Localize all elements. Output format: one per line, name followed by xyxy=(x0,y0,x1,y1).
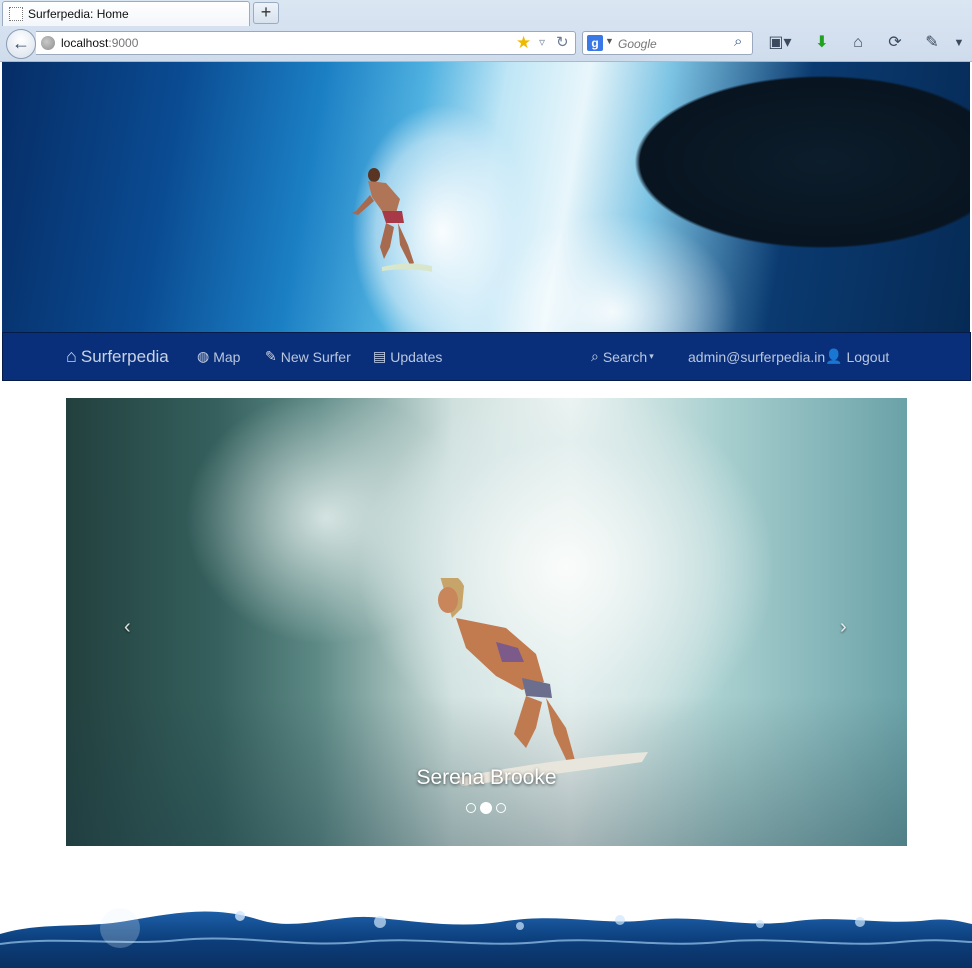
nav-item-new-surfer[interactable]: ✎ New Surfer xyxy=(265,333,351,380)
history-dropdown-icon[interactable]: ▿ xyxy=(539,35,545,49)
site-identity-icon[interactable] xyxy=(41,36,55,50)
url-text[interactable]: localhost:9000 xyxy=(61,36,138,50)
engine-dropdown-icon[interactable]: ▼ xyxy=(605,36,614,46)
google-engine-icon[interactable]: g xyxy=(587,35,603,51)
nav-label-map: Map xyxy=(213,348,241,365)
nav-label-updates: Updates xyxy=(390,348,443,365)
surfer-figure xyxy=(352,168,432,272)
surfer-carousel[interactable]: ‹ › Serena Brooke xyxy=(66,398,907,846)
nav-logout[interactable]: 👤 Logout xyxy=(825,333,889,380)
browser-toolbar: localhost:9000 ★ ▿ ↻ ← g ▼ Google ⌕ ▣▾ ⬇… xyxy=(0,26,972,62)
tools-icon[interactable]: ✎ xyxy=(921,32,943,54)
new-tab-button[interactable]: + xyxy=(253,2,279,24)
carousel-indicator[interactable] xyxy=(496,803,506,813)
favicon-icon xyxy=(9,7,23,21)
browser-chrome: Surferpedia: Home + localhost:9000 ★ ▿ ↻… xyxy=(0,0,972,62)
back-button[interactable]: ← xyxy=(6,29,36,59)
carousel-indicator[interactable] xyxy=(466,803,476,813)
tab-title: Surferpedia: Home xyxy=(28,7,129,21)
back-arrow-icon: ← xyxy=(12,33,30,53)
carousel-indicators xyxy=(466,802,506,814)
nav-label-new-surfer: New Surfer xyxy=(280,348,351,365)
download-icon[interactable]: ⬇ xyxy=(811,32,833,54)
carousel-indicator-active[interactable] xyxy=(480,802,492,814)
carousel-next[interactable]: › xyxy=(840,616,847,639)
page-content: ⌂ Surferpedia ◍ Map ✎ New Surfer ▤ Updat… xyxy=(0,62,972,968)
caret-down-icon: ▾ xyxy=(649,351,654,361)
menu-dropdown-icon[interactable]: ▼ xyxy=(948,32,970,54)
nav-search-dropdown[interactable]: ⌕ Search ▾ xyxy=(591,333,654,380)
search-icon: ⌕ xyxy=(591,348,599,364)
sync-icon[interactable]: ⟳ xyxy=(884,32,906,54)
search-placeholder: Google xyxy=(618,37,657,51)
nav-item-map[interactable]: ◍ Map xyxy=(197,333,240,380)
search-bar[interactable]: g ▼ Google ⌕ xyxy=(582,31,753,55)
navbar-brand[interactable]: ⌂ Surferpedia xyxy=(66,333,169,380)
url-port: :9000 xyxy=(108,36,139,50)
home-icon: ⌂ xyxy=(66,346,77,366)
url-host: localhost xyxy=(61,36,109,50)
bookmarks-icon[interactable]: ▣▾ xyxy=(764,32,796,54)
carousel-caption: Serena Brooke xyxy=(416,766,557,789)
address-bar[interactable]: localhost:9000 ★ ▿ ↻ xyxy=(36,31,576,55)
nav-label-logout: Logout xyxy=(846,348,890,365)
home-icon[interactable]: ⌂ xyxy=(847,32,869,54)
nav-label-search: Search xyxy=(602,348,648,365)
nav-item-updates[interactable]: ▤ Updates xyxy=(373,333,442,380)
tab-strip: Surferpedia: Home + xyxy=(0,0,972,26)
brand-label: Surferpedia xyxy=(80,346,169,366)
list-icon: ▤ xyxy=(373,348,387,364)
magnifier-icon[interactable]: ⌕ xyxy=(734,33,742,50)
reload-icon[interactable]: ↻ xyxy=(556,33,569,51)
hero-banner-image xyxy=(2,62,970,332)
browser-tab[interactable]: Surferpedia: Home xyxy=(2,1,250,26)
carousel-prev[interactable]: ‹ xyxy=(124,616,131,639)
bookmark-star-icon[interactable]: ★ xyxy=(516,33,531,53)
pencil-icon: ✎ xyxy=(265,348,277,364)
nav-user-email[interactable]: admin@surferpedia.in xyxy=(688,333,825,380)
water-footer-image xyxy=(0,908,972,968)
main-navbar: ⌂ Surferpedia ◍ Map ✎ New Surfer ▤ Updat… xyxy=(2,332,971,381)
globe-icon: ◍ xyxy=(197,348,210,364)
user-icon: 👤 xyxy=(825,348,843,364)
